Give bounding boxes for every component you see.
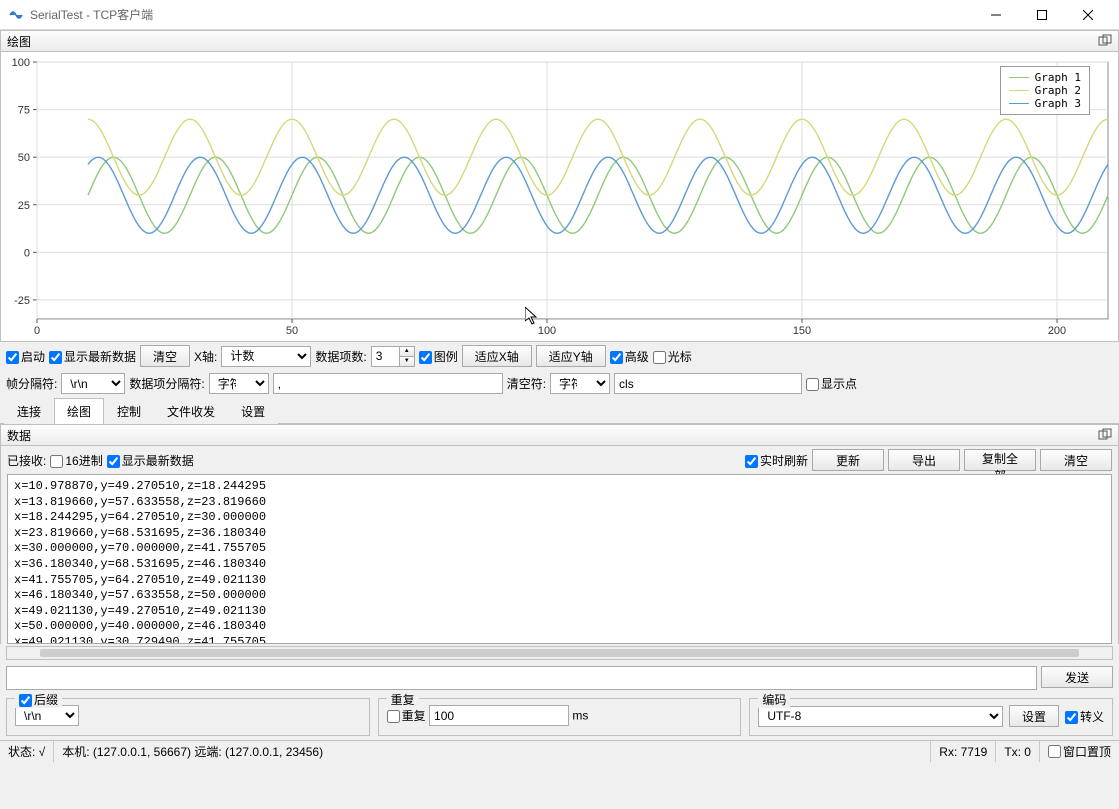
tab-1[interactable]: 绘图 — [54, 398, 104, 424]
data-controls-row: 已接收: 16进制 显示最新数据 实时刷新 更新 导出 复制全部 清空 — [0, 446, 1119, 474]
clear-plot-button[interactable]: 清空 — [140, 345, 190, 367]
data-panel-header: 数据 — [0, 424, 1119, 446]
fit-x-button[interactable]: 适应X轴 — [462, 345, 532, 367]
status-rx: Rx: 7719 — [931, 741, 996, 762]
data-textarea[interactable]: x=10.978870,y=49.270510,z=18.244295 x=13… — [7, 474, 1112, 644]
legend-checkbox-label[interactable]: 图例 — [419, 348, 458, 365]
escape-checkbox[interactable] — [1065, 711, 1078, 724]
show-latest-checkbox-label[interactable]: 显示最新数据 — [49, 348, 136, 365]
minimize-button[interactable] — [973, 0, 1019, 30]
export-button[interactable]: 导出 — [888, 449, 960, 471]
tab-0[interactable]: 连接 — [4, 398, 54, 424]
plot-controls-row-1: 启动 显示最新数据 清空 X轴: 计数 数据项数: ▲▼ 图例 适应X轴 适应Y… — [0, 342, 1119, 370]
maximize-button[interactable] — [1019, 0, 1065, 30]
repeat-checkbox[interactable] — [387, 710, 400, 723]
enable-checkbox[interactable] — [6, 351, 19, 364]
clear-data-button[interactable]: 清空 — [1040, 449, 1112, 471]
encoding-settings-button[interactable]: 设置 — [1009, 705, 1059, 727]
undock-icon[interactable] — [1098, 34, 1112, 48]
enable-checkbox-label[interactable]: 启动 — [6, 348, 45, 365]
window-title: SerialTest - TCP客户端 — [30, 6, 973, 23]
undock-icon[interactable] — [1098, 428, 1112, 442]
svg-text:100: 100 — [538, 325, 556, 337]
frame-sep-select[interactable]: \r\n — [61, 373, 125, 394]
svg-text:0: 0 — [34, 325, 40, 337]
realtime-checkbox-label[interactable]: 实时刷新 — [745, 452, 808, 469]
data-show-latest-checkbox[interactable] — [107, 455, 120, 468]
suffix-group: 后缀 \r\n — [6, 698, 370, 736]
show-points-checkbox-label[interactable]: 显示点 — [806, 375, 857, 392]
xaxis-mode-select[interactable]: 计数 — [221, 346, 311, 367]
show-points-checkbox[interactable] — [806, 378, 819, 391]
topmost-checkbox[interactable] — [1048, 745, 1061, 758]
suffix-enable-checkbox[interactable] — [19, 694, 32, 707]
send-button[interactable]: 发送 — [1041, 666, 1113, 688]
svg-text:200: 200 — [1048, 325, 1066, 337]
app-icon — [8, 7, 24, 23]
svg-text:0: 0 — [24, 247, 30, 259]
legend-checkbox[interactable] — [419, 351, 432, 364]
clear-sym-input[interactable] — [614, 373, 802, 394]
svg-text:-25: -25 — [14, 295, 30, 307]
send-row: 发送 — [0, 662, 1119, 694]
xaxis-label: X轴: — [194, 348, 217, 365]
titlebar: SerialTest - TCP客户端 — [0, 0, 1119, 30]
copy-all-button[interactable]: 复制全部 — [964, 449, 1036, 471]
data-sep-label: 数据项分隔符: — [129, 375, 204, 392]
realtime-checkbox[interactable] — [745, 455, 758, 468]
data-show-latest-checkbox-label[interactable]: 显示最新数据 — [107, 452, 194, 469]
horizontal-scrollbar[interactable] — [6, 646, 1113, 660]
plot-panel-title: 绘图 — [7, 33, 31, 50]
svg-text:25: 25 — [18, 200, 30, 212]
option-groups: 后缀 \r\n 重复 重复 ms 编码 UTF-8 设置 转义 — [0, 694, 1119, 740]
plot-panel-header: 绘图 — [0, 30, 1119, 52]
hex-checkbox-label[interactable]: 16进制 — [50, 452, 102, 469]
data-items-label: 数据项数: — [315, 348, 366, 365]
data-items-spinner[interactable]: ▲▼ — [371, 346, 415, 367]
svg-text:150: 150 — [793, 325, 811, 337]
svg-text:75: 75 — [18, 105, 30, 117]
repeat-interval-input[interactable] — [429, 705, 569, 726]
repeat-group: 重复 重复 ms — [378, 698, 742, 736]
encoding-group: 编码 UTF-8 设置 转义 — [749, 698, 1113, 736]
main-tabs: 连接绘图控制文件收发设置 — [0, 397, 1119, 424]
tab-4[interactable]: 设置 — [228, 398, 278, 424]
advanced-checkbox-label[interactable]: 高级 — [610, 348, 649, 365]
status-state: 状态: √ — [0, 741, 54, 762]
cursor-checkbox[interactable] — [653, 351, 666, 364]
data-items-input[interactable] — [371, 346, 399, 367]
spinner-up[interactable]: ▲ — [399, 346, 415, 357]
data-sep-input[interactable] — [273, 373, 503, 394]
clear-sym-type-select[interactable]: 字符串 — [550, 373, 610, 394]
show-latest-checkbox[interactable] — [49, 351, 62, 364]
frame-sep-label: 帧分隔符: — [6, 375, 57, 392]
plot-area[interactable]: -25 0 25 50 75 100 0 50 100 150 200 Graph 1Graph 2… — [0, 52, 1119, 342]
plot-controls-row-2: 帧分隔符: \r\n 数据项分隔符: 字符串 清空符: 字符串 显示点 — [0, 370, 1119, 397]
plot-legend: Graph 1Graph 2Graph 3 — [1000, 66, 1090, 115]
close-button[interactable] — [1065, 0, 1111, 30]
suffix-select[interactable]: \r\n — [15, 705, 79, 726]
hex-checkbox[interactable] — [50, 455, 63, 468]
svg-text:50: 50 — [286, 325, 298, 337]
cursor-checkbox-label[interactable]: 光标 — [653, 348, 692, 365]
tab-2[interactable]: 控制 — [104, 398, 154, 424]
spinner-down[interactable]: ▼ — [399, 356, 415, 367]
svg-text:100: 100 — [12, 57, 30, 69]
status-tx: Tx: 0 — [996, 741, 1040, 762]
tab-3[interactable]: 文件收发 — [154, 398, 228, 424]
refresh-button[interactable]: 更新 — [812, 449, 884, 471]
status-topmost[interactable]: 窗口置顶 — [1040, 741, 1119, 762]
status-address: 本机: (127.0.0.1, 56667) 远端: (127.0.0.1, 2… — [54, 741, 931, 762]
data-panel-title: 数据 — [7, 427, 31, 444]
encoding-select[interactable]: UTF-8 — [758, 706, 1003, 727]
received-label: 已接收: — [7, 452, 46, 469]
data-sep-type-select[interactable]: 字符串 — [209, 373, 269, 394]
send-input[interactable] — [6, 666, 1037, 690]
advanced-checkbox[interactable] — [610, 351, 623, 364]
fit-y-button[interactable]: 适应Y轴 — [536, 345, 606, 367]
svg-text:50: 50 — [18, 152, 30, 164]
clear-sym-label: 清空符: — [507, 375, 546, 392]
statusbar: 状态: √ 本机: (127.0.0.1, 56667) 远端: (127.0.… — [0, 740, 1119, 762]
